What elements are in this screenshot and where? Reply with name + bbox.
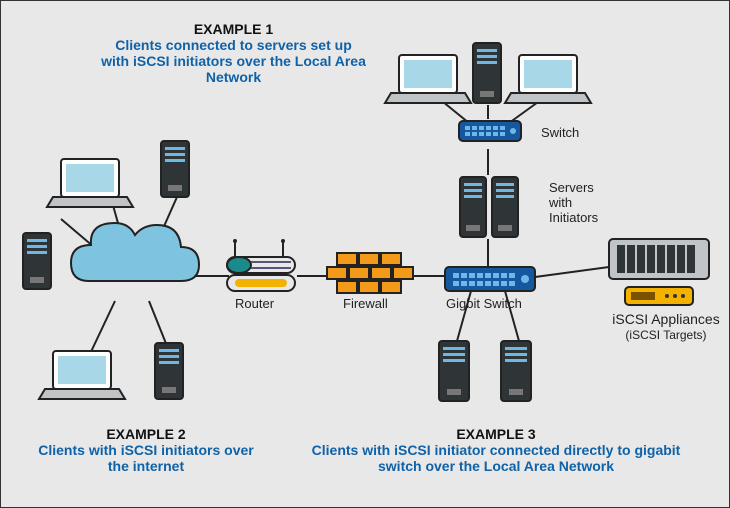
server-initiator-a-icon [460,177,486,237]
iscsi-appliances-line2: (iSCSI Targets) [625,328,706,342]
example2-subtitle: Clients with iSCSI initiators over the i… [36,442,256,474]
ex1-tower-icon [473,43,501,103]
example1-title: EXAMPLE 1 [101,21,366,37]
ex3-tower-b-icon [501,341,531,401]
ex1-laptop-right-icon [505,55,591,103]
iscsi-appliances-line1: iSCSI Appliances [612,311,719,327]
ex2-tower-topright-icon [161,141,189,197]
ex1-laptop-left-icon [385,55,471,103]
ex3-tower-a-icon [439,341,469,401]
firewall-icon [327,253,413,293]
ex2-laptop-bottom-icon [39,351,125,399]
links [61,97,609,356]
router-label: Router [235,297,274,312]
example2-caption: EXAMPLE 2 Clients with iSCSI initiators … [36,426,256,474]
iscsi-appliances-label: iSCSI Appliances (iSCSI Targets) [606,311,726,343]
ex2-tower-bottom-icon [155,343,183,399]
internet-label: Internet [109,267,168,285]
example3-subtitle: Clients with iSCSI initiator connected d… [311,442,681,474]
gigabit-switch-label: Gigbit Switch [446,297,522,312]
example1-caption: EXAMPLE 1 Clients connected to servers s… [101,21,366,85]
ex2-tower-left-icon [23,233,51,289]
iscsi-unit-icon [625,287,693,305]
switch-label: Switch [541,126,579,141]
firewall-label: Firewall [343,297,388,312]
gigabit-switch-icon [445,267,535,291]
server-initiator-b-icon [492,177,518,237]
example3-caption: EXAMPLE 3 Clients with iSCSI initiator c… [311,426,681,474]
iscsi-rack-icon [609,239,709,279]
router-icon [227,239,295,291]
ex2-laptop-topleft-icon [47,159,133,207]
servers-initiators-label: Servers with Initiators [549,181,598,226]
example1-subtitle: Clients connected to servers set up with… [101,37,366,85]
example2-title: EXAMPLE 2 [36,426,256,442]
switch-icon [459,121,521,141]
example3-title: EXAMPLE 3 [311,426,681,442]
